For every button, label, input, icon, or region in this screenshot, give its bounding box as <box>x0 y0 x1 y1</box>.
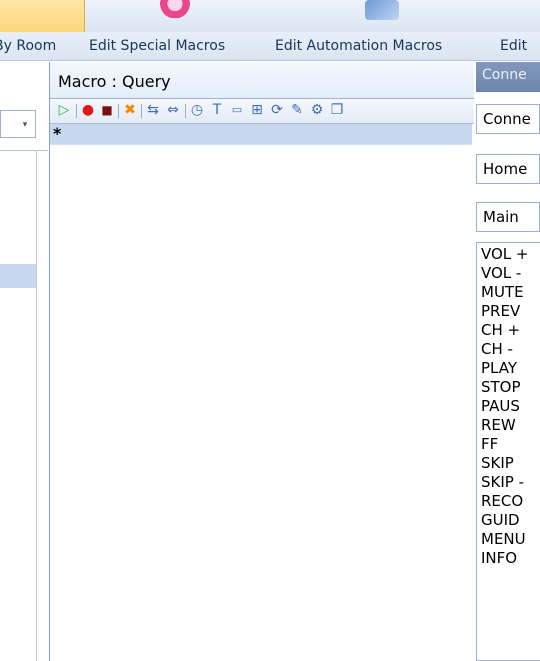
right-panel-title: Conne <box>482 67 527 83</box>
macro-title: Macro : Query <box>58 72 171 91</box>
command-item[interactable]: PREV <box>481 302 520 321</box>
command-item[interactable]: RECO <box>481 492 523 511</box>
macro-command-grid[interactable]: * <box>50 124 474 661</box>
toolbar-separator <box>76 104 77 118</box>
right-title-bar: Conne <box>476 62 540 92</box>
command-item[interactable]: REW <box>481 416 516 435</box>
command-item[interactable]: PLAY <box>481 359 517 378</box>
command-list[interactable]: VOL + VOL - MUTE PREV CH + CH - PLAY STO… <box>476 242 540 661</box>
command-item[interactable]: VOL + <box>481 245 529 264</box>
new-row[interactable]: * <box>50 124 472 145</box>
play-icon[interactable]: ▷ <box>56 102 72 118</box>
chevron-down-icon[interactable]: ▾ <box>15 117 35 133</box>
command-item[interactable]: STOP <box>481 378 521 397</box>
text-icon[interactable]: T <box>209 102 225 118</box>
condition-icon[interactable]: ⊞ <box>249 102 265 118</box>
delay-icon[interactable]: ◷ <box>189 102 205 118</box>
insert-command-icon[interactable]: ⇆ <box>145 102 161 118</box>
command-item[interactable]: MENU <box>481 530 526 549</box>
left-dropdown[interactable]: ▾ <box>0 110 36 138</box>
connection-dropdown[interactable]: Conne <box>476 104 540 134</box>
left-panel <box>0 62 48 661</box>
settings-icon[interactable]: ⚙ <box>309 102 325 118</box>
room-dropdown[interactable]: Home <box>476 154 540 184</box>
stop-icon[interactable]: ■ <box>99 102 115 118</box>
right-panel: Conne Conne Home Main VOL + VOL - MUTE P… <box>476 62 540 661</box>
toolbar-separator <box>185 104 186 118</box>
command-item[interactable]: SKIP <box>481 454 514 473</box>
command-item[interactable]: SKIP - <box>481 473 524 492</box>
new-row-marker: * <box>53 124 62 143</box>
command-item[interactable]: CH - <box>481 340 513 359</box>
delete-icon[interactable]: ✖ <box>122 102 138 118</box>
room-value: Home <box>483 160 528 178</box>
command-item[interactable]: CH + <box>481 321 520 340</box>
device-dropdown[interactable]: Main <box>476 202 540 232</box>
device-value: Main <box>483 208 519 226</box>
command-item[interactable]: PAUS <box>481 397 520 416</box>
left-divider <box>0 150 48 151</box>
command-item[interactable]: INFO <box>481 549 517 568</box>
connection-value: Conne <box>483 110 531 128</box>
command-item[interactable]: FF <box>481 435 498 454</box>
variable-icon[interactable]: ▭ <box>229 102 245 118</box>
left-selected-row[interactable] <box>0 264 36 288</box>
tab-edit[interactable]: Edit <box>500 35 527 57</box>
automation-ribbon-icon[interactable] <box>365 0 399 20</box>
tab-edit-special-macros[interactable]: Edit Special Macros <box>89 35 225 57</box>
record-icon[interactable]: ● <box>80 102 96 118</box>
tab-by-room[interactable]: By Room <box>0 35 56 57</box>
tab-bar <box>0 32 540 61</box>
macro-title-bar: Macro : Query <box>50 62 474 99</box>
command-item[interactable]: MUTE <box>481 283 524 302</box>
tab-edit-automation-macros[interactable]: Edit Automation Macros <box>275 35 442 57</box>
loop-icon[interactable]: ⟳ <box>269 102 285 118</box>
copy-icon[interactable]: ❐ <box>329 102 345 118</box>
swap-icon[interactable]: ⇔ <box>165 102 181 118</box>
edit-icon[interactable]: ✎ <box>289 102 305 118</box>
left-list-edge <box>36 150 37 661</box>
toolbar-separator <box>118 104 119 118</box>
macro-toolbar: ▷ ● ■ ✖ ⇆ ⇔ ◷ T ▭ ⊞ ⟳ ✎ ⚙ ❐ <box>50 99 474 124</box>
toolbar-separator <box>141 104 142 118</box>
macro-panel: Macro : Query ▷ ● ■ ✖ ⇆ ⇔ ◷ T ▭ ⊞ ⟳ ✎ ⚙ … <box>49 62 474 661</box>
macro-ribbon-icon[interactable] <box>155 0 195 18</box>
command-item[interactable]: GUID <box>481 511 520 530</box>
command-item[interactable]: VOL - <box>481 264 521 283</box>
